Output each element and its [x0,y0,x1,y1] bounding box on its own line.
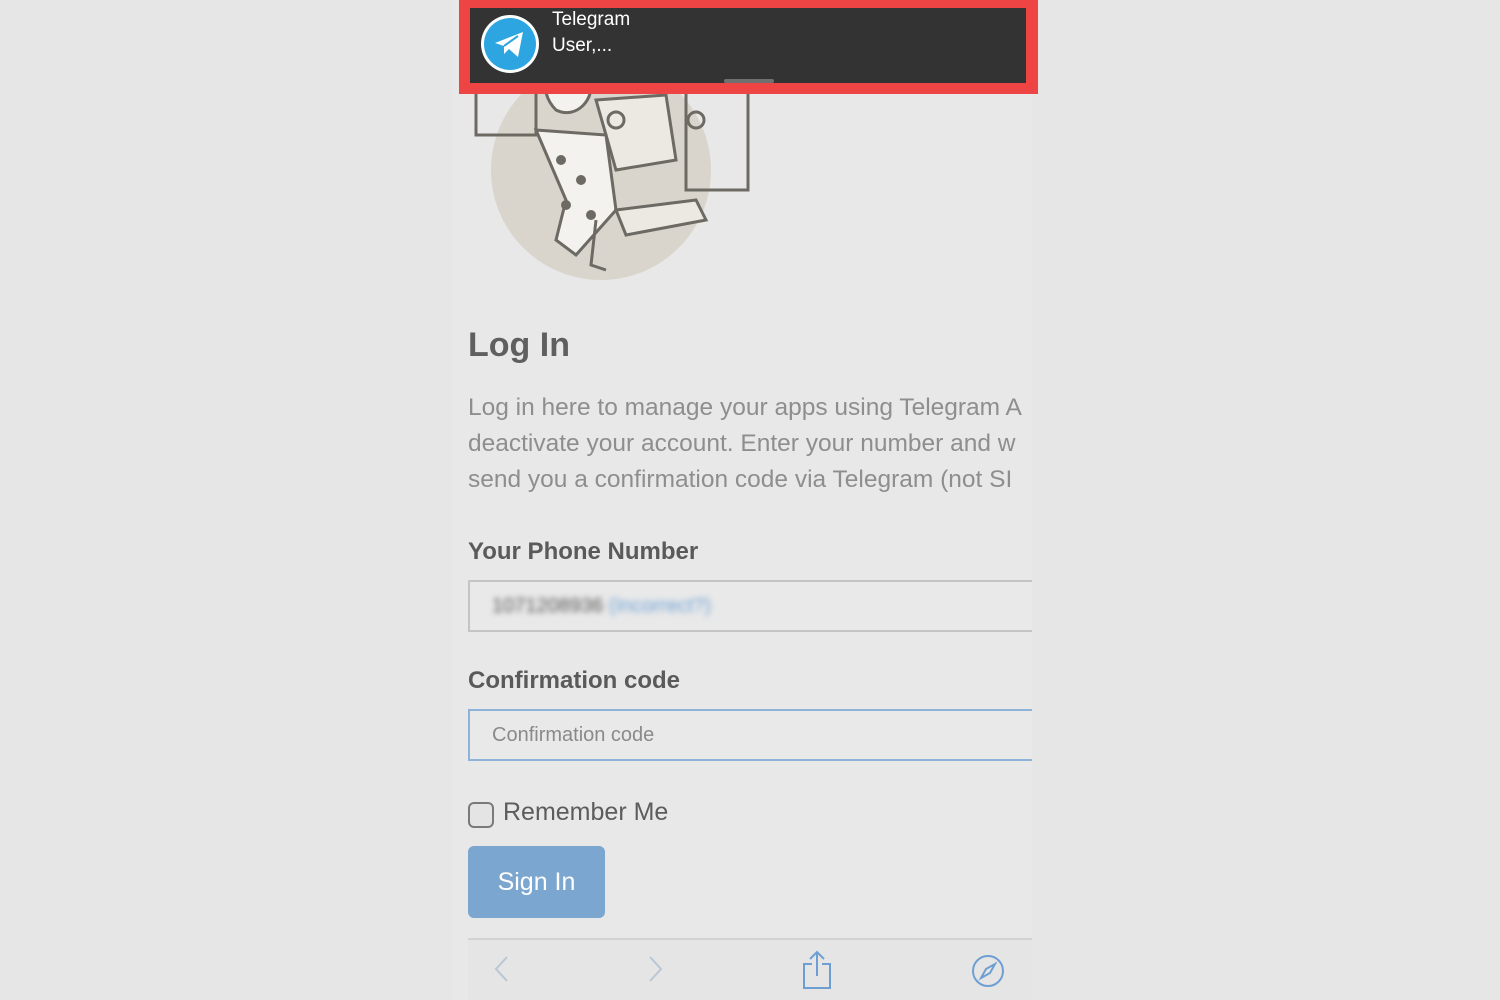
back-icon[interactable] [492,954,512,984]
sign-in-button[interactable]: Sign In [468,846,605,918]
telegram-paper-plane-icon [481,15,539,73]
remember-me-checkbox[interactable] [468,802,494,828]
notification-handle[interactable] [724,79,774,83]
notification-app-name: Telegram [552,9,631,30]
safari-compass-icon[interactable] [971,954,1005,988]
confirmation-code-input[interactable] [468,709,1032,761]
phone-number-blurred: 1071208936 [492,595,604,617]
telegram-notification-banner[interactable]: Telegram User,... [470,8,1026,83]
remember-me-label[interactable]: Remember Me [503,798,668,827]
share-icon[interactable] [802,950,832,990]
description-line: deactivate your account. Enter your numb… [468,430,1016,457]
phone-number-field[interactable]: 1071208936 (Incorrect?) [468,580,1032,632]
forward-icon[interactable] [645,954,665,984]
description-line: send you a confirmation code via Telegra… [468,466,1013,493]
login-description: Log in here to manage your apps using Te… [468,390,1032,498]
confirmation-code-label: Confirmation code [468,667,681,694]
remember-me-row[interactable]: Remember Me [468,796,668,828]
phone-number-value: 1071208936 (Incorrect?) [492,595,711,618]
page-title: Log In [468,326,570,364]
notification-message: User,... [552,35,613,56]
browser-toolbar [468,938,1032,1000]
mobile-browser-screen: Log In Log in here to manage your apps u… [452,0,1032,1000]
phone-number-label: Your Phone Number [468,538,699,565]
description-line: Log in here to manage your apps using Te… [468,394,1022,421]
incorrect-link-blurred[interactable]: (Incorrect?) [609,595,711,617]
